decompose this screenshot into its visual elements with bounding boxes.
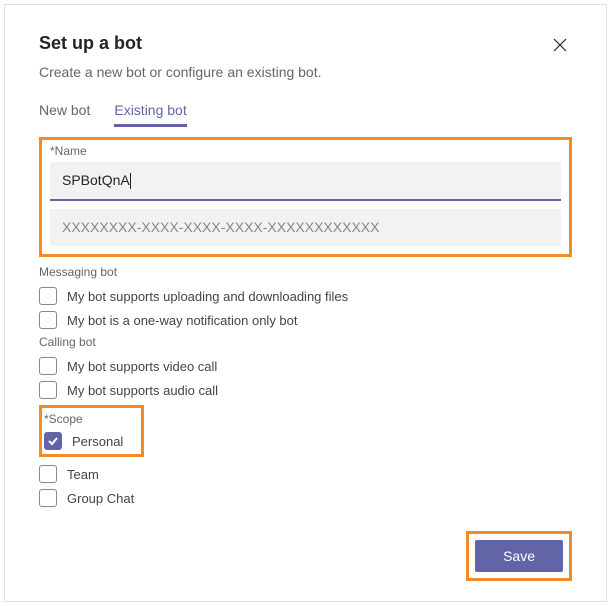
dialog-title: Set up a bot: [39, 33, 142, 54]
checkbox-groupchat[interactable]: [39, 489, 57, 507]
tab-new-bot[interactable]: New bot: [39, 102, 90, 127]
checkbox-row-audio[interactable]: My bot supports audio call: [39, 381, 572, 399]
checkbox-label-team: Team: [67, 467, 99, 482]
name-label: *Name: [50, 144, 561, 158]
checkbox-oneway[interactable]: [39, 311, 57, 329]
close-icon: [552, 41, 568, 56]
checkbox-row-upload-files[interactable]: My bot supports uploading and downloadin…: [39, 287, 572, 305]
bot-id-input[interactable]: XXXXXXXX-XXXX-XXXX-XXXX-XXXXXXXXXXXX: [50, 209, 561, 246]
checkbox-row-groupchat[interactable]: Group Chat: [39, 489, 572, 507]
checkbox-audio[interactable]: [39, 381, 57, 399]
dialog-footer: Save: [466, 531, 572, 581]
scope-highlight: *Scope Personal: [39, 405, 144, 457]
dialog-subtitle: Create a new bot or configure an existin…: [39, 64, 572, 80]
save-highlight: Save: [466, 531, 572, 581]
checkbox-row-team[interactable]: Team: [39, 465, 572, 483]
checkbox-label-personal: Personal: [72, 434, 123, 449]
checkbox-label-audio: My bot supports audio call: [67, 383, 218, 398]
tab-existing-bot[interactable]: Existing bot: [114, 102, 186, 127]
checkbox-label-upload: My bot supports uploading and downloadin…: [67, 289, 348, 304]
calling-section-label: Calling bot: [39, 335, 572, 349]
checkbox-personal[interactable]: [44, 432, 62, 450]
checkbox-row-video[interactable]: My bot supports video call: [39, 357, 572, 375]
checkbox-team[interactable]: [39, 465, 57, 483]
scope-remaining: Team Group Chat: [39, 465, 572, 507]
scope-label: *Scope: [44, 412, 123, 426]
checkbox-label-groupchat: Group Chat: [67, 491, 134, 506]
dialog-header: Set up a bot: [39, 33, 572, 64]
checkbox-row-oneway[interactable]: My bot is a one-way notification only bo…: [39, 311, 572, 329]
tab-bar: New bot Existing bot: [39, 102, 572, 127]
bot-name-value: SPBotQnA: [62, 172, 130, 188]
checkbox-upload-files[interactable]: [39, 287, 57, 305]
messaging-section-label: Messaging bot: [39, 265, 572, 279]
save-button[interactable]: Save: [475, 540, 563, 572]
checkbox-label-oneway: My bot is a one-way notification only bo…: [67, 313, 298, 328]
checkbox-label-video: My bot supports video call: [67, 359, 217, 374]
setup-bot-dialog: Set up a bot Create a new bot or configu…: [4, 4, 607, 602]
checkbox-row-personal[interactable]: Personal: [44, 432, 123, 450]
checkbox-video[interactable]: [39, 357, 57, 375]
text-cursor: [130, 173, 131, 189]
bot-id-value: XXXXXXXX-XXXX-XXXX-XXXX-XXXXXXXXXXXX: [62, 219, 379, 235]
bot-name-input[interactable]: SPBotQnA: [50, 162, 561, 201]
close-button[interactable]: [548, 33, 572, 60]
name-section-highlight: *Name SPBotQnA XXXXXXXX-XXXX-XXXX-XXXX-X…: [39, 137, 572, 257]
